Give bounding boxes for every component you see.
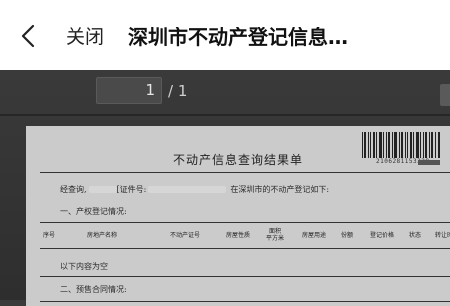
page-total-label: / 1 xyxy=(168,81,188,100)
title-underline xyxy=(40,172,450,173)
back-button[interactable] xyxy=(14,22,42,50)
document-title: 不动产信息查询结果单 xyxy=(172,153,303,167)
table-header-rule xyxy=(40,248,450,249)
table-header-cell: 状态 xyxy=(408,231,421,239)
table-header-cell: 房屋用途 xyxy=(301,231,326,239)
page-title: 深圳市不动产登记信息… xyxy=(128,27,348,47)
page-navigator: 1 / 1 xyxy=(96,76,187,105)
table-header-cell: 面积 平方米 xyxy=(265,228,284,242)
table-header-cell: 房屋性质 xyxy=(225,231,250,239)
pdf-viewer[interactable]: 1 / 1 2106281153328 不动产信息查询结果单 经查询, [证件号… xyxy=(0,70,450,306)
redacted-id-number xyxy=(148,185,227,193)
table-header-cell: 房地产名称 xyxy=(86,231,117,239)
toolbar-edge-button[interactable] xyxy=(440,84,450,106)
page-number-input[interactable]: 1 xyxy=(96,77,162,104)
query-statement: 经查询, [证件号: 在深圳市的不动产登记如下: xyxy=(60,182,450,196)
table-header-cell: 不动产证号 xyxy=(169,231,200,239)
presale-table-rule xyxy=(40,301,450,302)
section-heading-property: 一、产权登记情况: xyxy=(60,207,127,216)
table-header-row: 序号 房地产名称 不动产证号 房屋性质 面积 平方米 房屋用途 份额 登记价格 … xyxy=(42,224,450,246)
section-rule xyxy=(40,276,450,277)
toolbar-divider xyxy=(0,114,450,116)
cert-label: [证件号: xyxy=(116,184,147,194)
close-button[interactable]: 关闭 xyxy=(66,28,104,47)
query-suffix: 在深圳市的不动产登记如下: xyxy=(230,184,330,194)
query-prefix: 经查询, xyxy=(60,184,87,194)
top-navigation-bar: 关闭 深圳市不动产登记信息… xyxy=(0,0,450,70)
table-header-cell: 转让时间 xyxy=(434,231,450,239)
chevron-left-icon xyxy=(21,24,35,48)
empty-result-text: 以下内容为空 xyxy=(60,262,108,271)
document-page: 2106281153328 不动产信息查询结果单 经查询, [证件号: 在深圳市… xyxy=(26,126,450,306)
table-top-rule xyxy=(40,222,450,223)
table-header-cell: 序号 xyxy=(42,231,55,239)
table-header-cell: 份额 xyxy=(340,231,353,239)
section-heading-presale: 二、预售合同情况: xyxy=(60,285,127,294)
redacted-name xyxy=(88,185,117,193)
table-header-cell: 登记价格 xyxy=(369,231,394,239)
